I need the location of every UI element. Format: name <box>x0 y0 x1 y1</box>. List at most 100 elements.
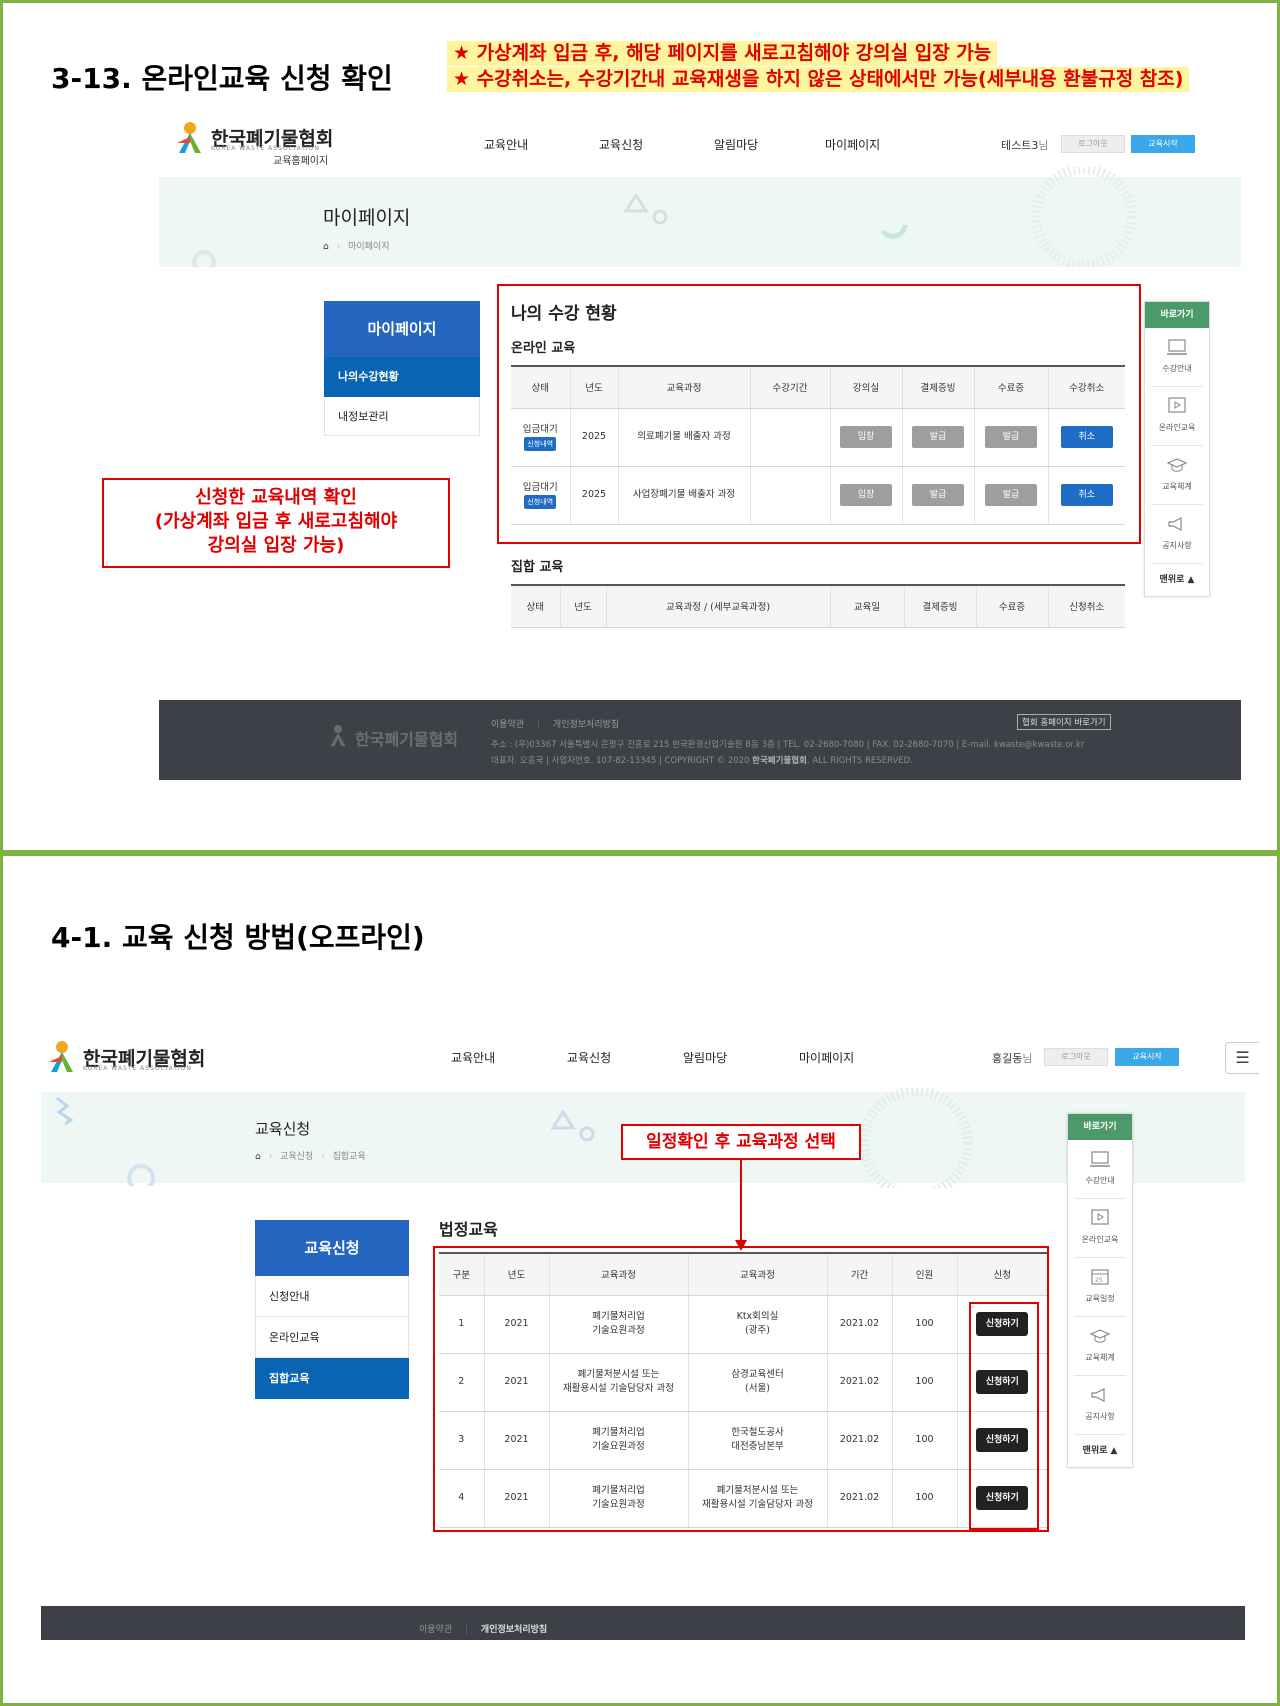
scroll-top-button[interactable]: 맨위로 ▲ <box>1145 564 1209 596</box>
logo-subtitle: 교육홈페이지 <box>273 156 329 167</box>
graduation-cap-icon <box>1089 1329 1111 1343</box>
megaphone-icon <box>1091 1388 1105 1402</box>
footer-terms-link[interactable]: 이용약관 <box>491 720 524 730</box>
play-icon <box>1091 1209 1109 1225</box>
association-logo-icon[interactable] <box>171 119 209 157</box>
col-header-cancel: 신청취소 <box>1047 584 1125 628</box>
footer-address: 주소 : (우)03367 서울특별시 은평구 진흥로 215 한국환경산업기술… <box>491 740 1085 750</box>
nav-edu-info[interactable]: 교육안내 <box>484 136 528 153</box>
association-logo-icon[interactable] <box>43 1038 81 1076</box>
sidebar-item-my-courses[interactable]: 나의수강현황 <box>324 357 480 397</box>
home-icon[interactable]: ⌂ <box>255 1152 261 1162</box>
quick-notice[interactable]: 공지사항 <box>1074 1376 1126 1435</box>
hamburger-menu-icon[interactable]: ☰ <box>1225 1042 1259 1074</box>
nav-notice[interactable]: 알림마당 <box>683 1049 727 1066</box>
quick-online-edu[interactable]: 온라인교육 <box>1074 1199 1126 1258</box>
annotation-arrow-icon <box>735 1160 747 1251</box>
col-header-cert: 수료증 <box>975 584 1048 628</box>
home-icon[interactable]: ⌂ <box>323 242 329 252</box>
breadcrumb-apply[interactable]: 교육신청 <box>280 1152 313 1162</box>
notice-cancel: ★ 수강취소는, 수강기간내 교육재생을 하지 않은 상태에서만 가능(세부내용… <box>447 67 1190 92</box>
sidebar-item-my-info[interactable]: 내정보관리 <box>324 397 480 436</box>
page-title: 마이페이지 <box>323 207 411 229</box>
nav-notice[interactable]: 알림마당 <box>714 136 758 153</box>
slide-online-confirm: 3-13. 온라인교육 신청 확인 ★ 가상계좌 입금 후, 해당 페이지를 새… <box>0 0 1280 853</box>
section-title: 법정교육 <box>439 1220 498 1239</box>
graduation-cap-icon <box>1166 458 1188 472</box>
banner-ring-icon <box>192 250 216 267</box>
highlight-course-table <box>433 1246 1049 1532</box>
quick-course-info[interactable]: 수강안내 <box>1151 328 1203 387</box>
sidebar-title: 교육신청 <box>255 1220 409 1276</box>
sidebar-title: 마이페이지 <box>324 301 480 357</box>
quick-edu-system[interactable]: 교육체계 <box>1074 1317 1126 1376</box>
page-banner <box>159 167 1241 267</box>
col-header-receipt: 결제증빙 <box>903 584 976 628</box>
footer-logo-name: 한국폐기물협회 <box>355 730 459 749</box>
page-title: 교육신청 <box>255 1120 311 1138</box>
play-icon <box>1168 397 1186 413</box>
footer-privacy-link[interactable]: 개인정보처리방침 <box>553 720 619 730</box>
banner-ring-icon <box>127 1164 155 1186</box>
footer-copyright: 대표자. 오흥국 | 사업자번호. 107-82-13345 | COPYRIG… <box>491 756 913 766</box>
user-greeting: 테스트3님 <box>1001 139 1049 152</box>
highlight-apply-column <box>969 1302 1039 1530</box>
group-edu-title: 집합 교육 <box>511 560 564 575</box>
quick-online-edu[interactable]: 온라인교육 <box>1151 387 1203 446</box>
sidebar-item-online[interactable]: 온라인교육 <box>255 1317 409 1358</box>
notice-refresh: ★ 가상계좌 입금 후, 해당 페이지를 새로고침해야 강의실 입장 가능 <box>447 41 998 66</box>
logout-button[interactable]: 로그아웃 <box>1061 135 1125 153</box>
logout-button[interactable]: 로그아웃 <box>1044 1048 1108 1066</box>
site-footer <box>41 1606 1245 1640</box>
nav-mypage[interactable]: 마이페이지 <box>799 1049 854 1066</box>
banner-arc-icon <box>880 224 908 239</box>
quick-menu-title: 바로가기 <box>1068 1114 1132 1140</box>
breadcrumb-group[interactable]: 집합교육 <box>333 1152 366 1162</box>
start-edu-button[interactable]: 교육시작 <box>1131 135 1195 153</box>
scroll-top-button[interactable]: 맨위로 ▲ <box>1068 1435 1132 1467</box>
logo-english: KOREA WASTE ASSOCIATION <box>211 145 320 152</box>
footer-logo-icon <box>330 725 346 747</box>
quick-course-info[interactable]: 수강안내 <box>1074 1140 1126 1199</box>
sidebar-item-guide[interactable]: 신청안내 <box>255 1276 409 1317</box>
col-header-year: 년도 <box>559 584 606 628</box>
calendar-icon: 25 <box>1091 1269 1109 1285</box>
annotation-text: 신청한 교육내역 확인 (가상계좌 입금 후 새로고침해야 강의실 입장 가능) <box>154 487 398 556</box>
nav-edu-apply[interactable]: 교육신청 <box>599 136 643 153</box>
quick-menu: 바로가기 수강안내 온라인교육 교육체계 공지사항 맨위로 ▲ <box>1144 301 1210 597</box>
quick-notice[interactable]: 공지사항 <box>1151 505 1203 564</box>
user-greeting: 홍길동님 <box>992 1052 1033 1065</box>
col-header-date: 교육일 <box>829 584 904 628</box>
banner-dots-icon <box>859 1088 973 1188</box>
quick-menu: 바로가기 수강안내 온라인교육 25 교육일정 교육체계 공지사항 맨위로 ▲ <box>1067 1113 1133 1468</box>
col-header-course: 교육과정 / (세부교육과정) <box>605 584 830 628</box>
laptop-icon <box>1167 339 1187 355</box>
breadcrumb: ⌂ › 마이페이지 <box>323 242 390 252</box>
laptop-icon <box>1090 1151 1110 1167</box>
logo-english: KOREA WASTE ASSOCIATION <box>83 1065 192 1072</box>
megaphone-icon <box>1168 517 1182 531</box>
slide-offline-apply: 4-1. 교육 신청 방법(오프라인) 한국폐기물협회 KOREA WASTE … <box>0 853 1280 1706</box>
footer-privacy-link[interactable]: 개인정보처리방침 <box>481 1625 547 1635</box>
svg-text:25: 25 <box>1095 1277 1103 1284</box>
banner-zigzag-icon <box>56 1096 74 1126</box>
slide-title: 3-13. 온라인교육 신청 확인 <box>51 62 393 95</box>
col-header-status: 상태 <box>511 584 560 628</box>
breadcrumb: ⌂ › 교육신청 › 집합교육 <box>255 1152 366 1162</box>
breadcrumb-mypage[interactable]: 마이페이지 <box>348 242 389 252</box>
sidebar-item-group[interactable]: 집합교육 <box>255 1358 409 1399</box>
highlight-online-table <box>497 284 1141 544</box>
nav-mypage[interactable]: 마이페이지 <box>825 136 880 153</box>
association-home-button[interactable]: 협회 홈페이지 바로가기 <box>1017 714 1111 730</box>
footer-terms-link[interactable]: 이용약관 <box>419 1625 452 1635</box>
annotation-text: 일정확인 후 교육과정 선택 <box>646 1132 836 1152</box>
nav-edu-info[interactable]: 교육안내 <box>451 1049 495 1066</box>
quick-menu-title: 바로가기 <box>1145 302 1209 328</box>
quick-edu-system[interactable]: 교육체계 <box>1151 446 1203 505</box>
start-edu-button[interactable]: 교육시작 <box>1115 1048 1179 1066</box>
banner-decoration-icon <box>551 1110 595 1142</box>
banner-dots-icon <box>1031 167 1137 267</box>
nav-edu-apply[interactable]: 교육신청 <box>567 1049 611 1066</box>
quick-edu-schedule[interactable]: 25 교육일정 <box>1074 1258 1126 1317</box>
footer-links: 이용약관 | 개인정보처리방침 <box>491 720 620 730</box>
